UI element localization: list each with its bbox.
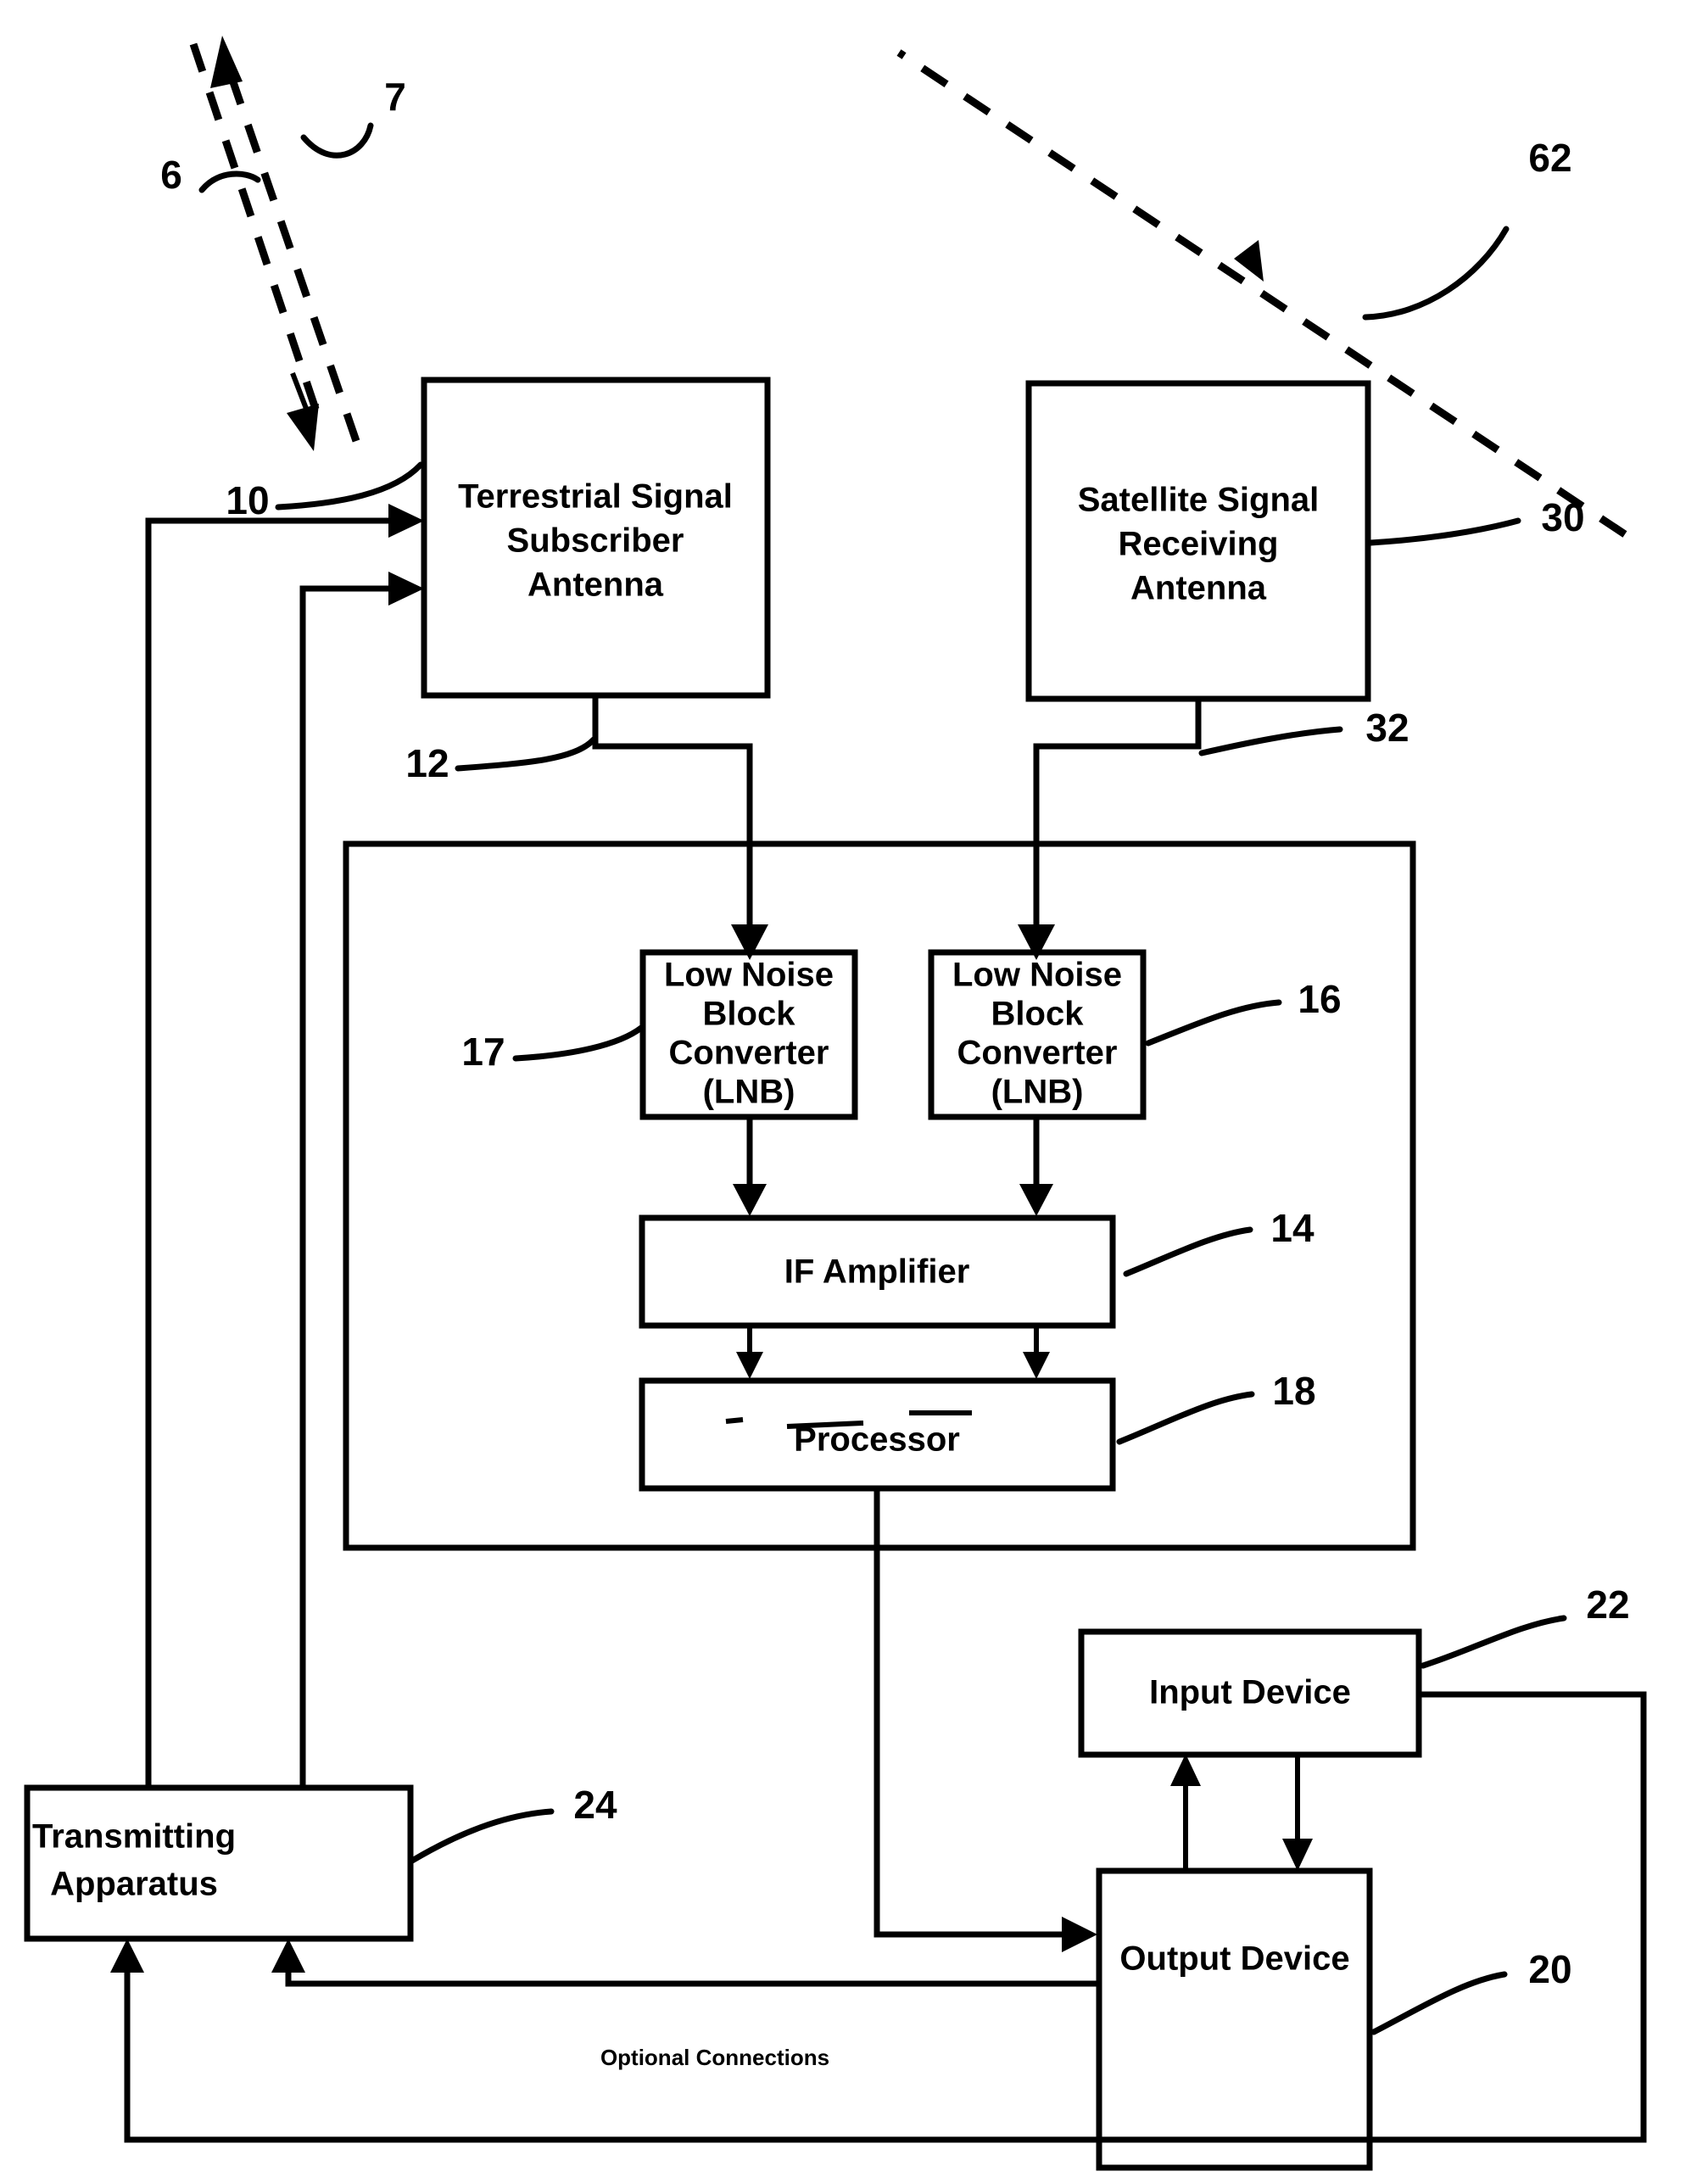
terrestrial-antenna-label-line1: Terrestrial Signal	[458, 478, 733, 516]
lnb-left-output-arrowhead	[733, 1184, 767, 1216]
output-to-input-device-connector	[1170, 1754, 1201, 1871]
if-amp-left-output-arrowhead	[736, 1352, 763, 1379]
downlink-beam-arrowhead	[287, 404, 319, 451]
if-amplifier-label: IF Amplifier	[784, 1253, 970, 1291]
ref-12-leader-line	[455, 736, 597, 772]
transmitting-apparatus-box-outline	[24, 1784, 414, 1942]
terrestrial-feed-path	[592, 695, 768, 960]
processor-output-line	[874, 1488, 1077, 1938]
input-device-block[interactable]: Input Device	[1078, 1628, 1422, 1758]
ref-number-14: 14	[1270, 1206, 1314, 1250]
ref-7-leader-line	[300, 122, 374, 159]
satellite-feed-line	[1033, 699, 1202, 941]
downlink-beam-dashed-line	[189, 42, 325, 426]
output-to-transmitter-arrowhead	[271, 1939, 305, 1973]
ref-30-leader-line	[1367, 517, 1521, 546]
processor-block[interactable]: Processor	[639, 1377, 1116, 1492]
ref-number-24: 24	[573, 1783, 617, 1827]
output-device-block[interactable]: Output Device	[1096, 1867, 1373, 2171]
output-device-to-transmitter-connector	[271, 1939, 1099, 1987]
if-amplifier-block[interactable]: IF Amplifier	[639, 1214, 1116, 1329]
terrestrial-antenna-label-line3: Antenna	[527, 567, 664, 604]
lnb-right-label-line1: Low Noise	[952, 957, 1122, 994]
ref-number-30: 30	[1541, 495, 1584, 539]
transmitter-feed-inner-arrowhead	[388, 572, 424, 606]
ref-number-10: 10	[226, 478, 269, 522]
scan-artifact-mark-1	[725, 1417, 744, 1424]
satellite-antenna-label-line3: Antenna	[1130, 570, 1267, 607]
terrestrial-antenna-label-line2: Subscriber	[507, 522, 684, 560]
low-noise-block-converter-left-block[interactable]: Low Noise Block Converter (LNB)	[639, 949, 858, 1120]
satellite-beam-group	[896, 49, 1627, 538]
ref-22-leader-line	[1420, 1615, 1567, 1669]
ref-18-leader-line	[1116, 1391, 1255, 1445]
ref-number-12: 12	[405, 741, 449, 785]
lnb-right-label-line4: (LNB)	[991, 1074, 1084, 1111]
lnb-left-label-line4: (LNB)	[703, 1074, 795, 1111]
input-to-output-device-connector	[1282, 1755, 1313, 1871]
if-amplifier-to-processor-left-connector	[736, 1326, 763, 1379]
lnb-left-label-line3: Converter	[669, 1035, 829, 1072]
scan-artifact-mark-2	[786, 1421, 864, 1429]
output-to-input-arrowhead	[1170, 1754, 1201, 1786]
input-device-label: Input Device	[1149, 1674, 1351, 1711]
transmitting-apparatus-label-line1: Transmitting	[32, 1818, 236, 1856]
terrestrial-beam-group	[189, 36, 360, 451]
ref-32-leader-line	[1198, 726, 1343, 756]
terrestrial-signal-subscriber-antenna-block[interactable]: Terrestrial Signal Subscriber Antenna	[421, 377, 771, 699]
ref-number-7: 7	[384, 75, 406, 119]
processor-to-output-device-connector	[874, 1488, 1097, 1952]
ref-10-leader-line	[275, 461, 424, 511]
uplink-beam-arrowhead	[210, 36, 243, 88]
lnb-right-label-line2: Block	[991, 996, 1085, 1033]
input-to-transmitter-loop-line	[124, 1691, 1647, 2143]
input-to-output-arrowhead	[1282, 1839, 1313, 1871]
figure-canvas: 7 6 62 Terrestrial Signal Subscriber Ant…	[0, 0, 1708, 2177]
satellite-antenna-label-line1: Satellite Signal	[1078, 482, 1320, 519]
transmitter-feed-outer-arrowhead	[388, 504, 424, 538]
lnb-right-to-if-amplifier-connector	[1019, 1117, 1053, 1216]
terrestrial-feed-line	[592, 695, 753, 941]
lnb-right-label-line3: Converter	[957, 1035, 1118, 1072]
lnb-left-to-if-amplifier-connector	[733, 1117, 767, 1216]
ref-16-leader-line	[1145, 999, 1282, 1047]
ref-number-6: 6	[160, 153, 182, 197]
if-amp-right-output-arrowhead	[1023, 1352, 1050, 1379]
ref-62-leader-line	[1362, 226, 1510, 321]
ref-number-32: 32	[1365, 706, 1409, 750]
uplink-beam-dashed-line	[226, 73, 360, 443]
if-amplifier-to-processor-right-connector	[1023, 1326, 1050, 1379]
lnb-left-label-line2: Block	[703, 996, 796, 1033]
ref-number-17: 17	[461, 1030, 505, 1074]
ref-number-18: 18	[1272, 1369, 1315, 1413]
ref-number-20: 20	[1528, 1947, 1571, 1991]
ref-14-leader-line	[1123, 1226, 1253, 1277]
ref-number-22: 22	[1586, 1583, 1629, 1627]
transmitting-apparatus-block[interactable]: Transmitting Apparatus	[24, 1784, 414, 1942]
satellite-signal-receiving-antenna-block[interactable]: Satellite Signal Receiving Antenna	[1025, 380, 1371, 702]
transmitter-feed-outer-line	[145, 517, 399, 1788]
satellite-beam-dashed-line	[896, 49, 1627, 538]
patent-figure: 7 6 62 Terrestrial Signal Subscriber Ant…	[0, 0, 1708, 2177]
optional-connections-note: Optional Connections	[600, 2045, 829, 2070]
output-device-box-outline	[1096, 1867, 1373, 2171]
lnb-left-label-line1: Low Noise	[664, 957, 834, 994]
transmitter-feed-inner-line	[299, 585, 399, 1788]
transmitting-apparatus-label-line2: Apparatus	[50, 1866, 218, 1903]
ref-6-leader-line	[198, 170, 261, 193]
ref-17-leader-line	[512, 1024, 645, 1062]
output-to-transmitter-line	[285, 1966, 1099, 1987]
satellite-antenna-label-line2: Receiving	[1119, 526, 1279, 563]
processor-output-arrowhead	[1062, 1917, 1097, 1952]
ref-20-leader-line	[1370, 1971, 1508, 2035]
lnb-right-output-arrowhead	[1019, 1184, 1053, 1216]
ref-number-16: 16	[1298, 977, 1341, 1021]
ref-number-62: 62	[1528, 136, 1571, 180]
input-to-transmitter-arrowhead	[110, 1939, 144, 1973]
low-noise-block-converter-right-block[interactable]: Low Noise Block Converter (LNB)	[928, 949, 1147, 1120]
ref-24-leader-line	[409, 1808, 555, 1864]
satellite-feed-path	[1018, 699, 1202, 960]
transmitter-feed-outer-path	[145, 504, 424, 1788]
output-device-label: Output Device	[1119, 1940, 1349, 1978]
